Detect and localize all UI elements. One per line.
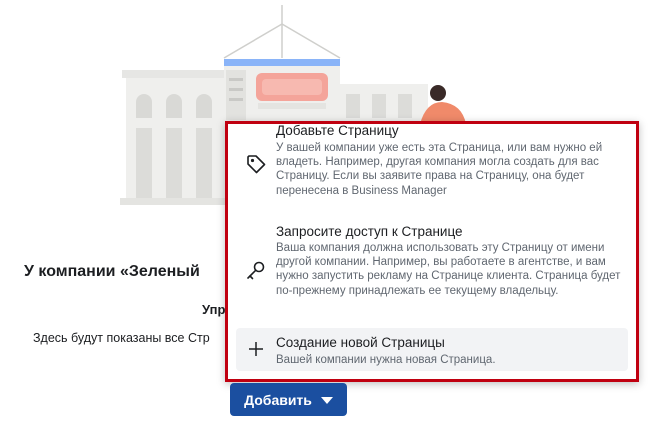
center-building <box>223 5 341 126</box>
menu-item-request-access[interactable]: Запросите доступ к Странице Ваша компани… <box>228 222 636 326</box>
add-page-dropdown-menu: Добавьте Страницу У вашей компании уже е… <box>225 121 639 382</box>
menu-item-create-page[interactable]: Создание новой Страницы Вашей компании н… <box>236 328 628 371</box>
left-building <box>120 70 238 205</box>
page-description: Здесь будут показаны все Стр <box>33 331 210 345</box>
menu-item-description: Вашей компании нужна новая Страница. <box>276 354 496 366</box>
menu-item-title: Запросите доступ к Странице <box>276 224 463 239</box>
menu-item-title: Добавьте Страницу <box>276 123 399 138</box>
key-icon <box>247 261 265 280</box>
plus-icon <box>249 342 263 356</box>
menu-item-title: Создание новой Страницы <box>276 335 445 350</box>
add-button[interactable]: Добавить <box>230 383 347 416</box>
page-subheading: Упр <box>202 302 226 317</box>
menu-item-description: У вашей компании уже есть эта Страница, … <box>276 142 603 197</box>
page-heading: У компании «Зеленый <box>24 263 200 280</box>
menu-item-add-page[interactable]: Добавьте Страницу У вашей компании уже е… <box>228 124 636 222</box>
right-building <box>338 84 428 124</box>
tag-icon <box>247 155 266 174</box>
add-button-label: Добавить <box>244 391 312 408</box>
caret-down-icon <box>320 397 333 404</box>
menu-item-description: Ваша компания должна использовать эту Ст… <box>276 242 621 297</box>
